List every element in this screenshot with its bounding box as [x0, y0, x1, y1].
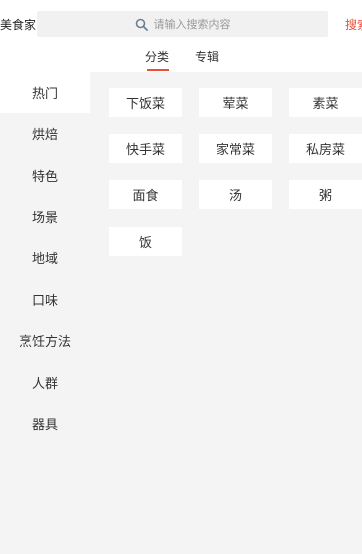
sidebar-item-taste[interactable]: 口味 [0, 279, 90, 320]
sidebar-item-cooking[interactable]: 烹饪方法 [0, 320, 90, 361]
app-brand: 美食家 [0, 18, 37, 32]
category-chip[interactable]: 荤菜 [199, 88, 272, 117]
sidebar-item-special[interactable]: 特色 [0, 155, 90, 196]
tab-category[interactable]: 分类 [145, 48, 169, 65]
search-input[interactable]: 请输入搜索内容 [37, 11, 328, 37]
category-chip[interactable]: 汤 [199, 180, 272, 209]
category-chip[interactable]: 私房菜 [289, 134, 362, 163]
sidebar-item-baking[interactable]: 烘焙 [0, 113, 90, 154]
category-grid: 下饭菜 荤菜 素菜 快手菜 家常菜 私房菜 面食 汤 粥 饭 [90, 72, 362, 554]
search-button[interactable]: 搜索 [345, 16, 362, 33]
category-chip[interactable]: 粥 [289, 180, 362, 209]
sidebar-item-hot[interactable]: 热门 [0, 72, 90, 113]
sidebar-item-region[interactable]: 地域 [0, 237, 90, 278]
top-search-bar: 美食家 请输入搜索内容 搜索 [0, 0, 362, 48]
category-chip[interactable]: 素菜 [289, 88, 362, 117]
active-tab-indicator [147, 69, 169, 71]
tab-bar: 分类 专辑 [0, 48, 362, 72]
category-chip[interactable]: 面食 [109, 180, 182, 209]
sidebar-item-utensils[interactable]: 器具 [0, 403, 90, 444]
tab-album[interactable]: 专辑 [195, 48, 219, 65]
category-chip[interactable]: 饭 [109, 227, 182, 256]
app-screen: 美食家 请输入搜索内容 搜索 分类 专辑 热门 烘焙 特色 场景 地域 口味 烹… [0, 0, 362, 554]
category-sidebar: 热门 烘焙 特色 场景 地域 口味 烹饪方法 人群 器具 [0, 72, 90, 554]
sidebar-item-scene[interactable]: 场景 [0, 196, 90, 237]
category-chip[interactable]: 下饭菜 [109, 88, 182, 117]
search-icon [135, 18, 148, 31]
search-placeholder: 请输入搜索内容 [153, 18, 231, 31]
category-chip[interactable]: 快手菜 [109, 134, 182, 163]
category-chip[interactable]: 家常菜 [199, 134, 272, 163]
sidebar-item-people[interactable]: 人群 [0, 362, 90, 403]
